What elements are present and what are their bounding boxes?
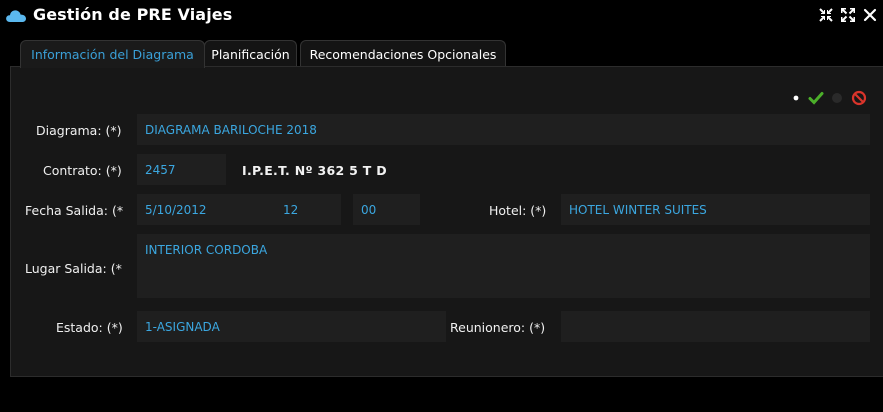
lugar-salida-label: Lugar Salida: (* <box>25 261 122 276</box>
contrato-field[interactable]: 2457 <box>137 154 226 185</box>
tab-planificacion[interactable]: Planificación <box>204 40 297 67</box>
reunionero-label: Reunionero: (*) <box>450 320 546 335</box>
collapse-icon[interactable] <box>818 7 834 23</box>
title-bar: Gestión de PRE Viajes <box>0 0 883 32</box>
check-icon[interactable] <box>808 92 824 105</box>
hotel-field[interactable]: HOTEL WINTER SUITES <box>561 194 870 225</box>
estado-label: Estado: (*) <box>56 320 123 335</box>
cancel-icon[interactable] <box>851 90 867 106</box>
estado-field[interactable]: 1-ASIGNADA <box>137 311 446 342</box>
lugar-salida-value: INTERIOR CORDOBA <box>145 243 268 257</box>
contrato-value: 2457 <box>145 163 176 177</box>
lugar-salida-textarea[interactable]: INTERIOR CORDOBA <box>137 234 870 298</box>
fecha-salida-date-field[interactable]: 5/10/2012 12 <box>137 194 341 225</box>
fecha-salida-minute-field[interactable]: 00 <box>353 194 420 225</box>
fecha-salida-label: Fecha Salida: (* <box>25 203 124 218</box>
cloud-icon <box>6 10 26 22</box>
expand-icon[interactable] <box>840 7 856 23</box>
estado-value: 1-ASIGNADA <box>145 320 220 334</box>
tab-informacion-del-diagrama[interactable]: Información del Diagrama <box>20 40 205 68</box>
dot-icon <box>793 95 799 101</box>
reunionero-field[interactable] <box>561 311 870 342</box>
tab-recomendaciones-opcionales[interactable]: Recomendaciones Opcionales <box>300 40 506 67</box>
close-icon[interactable] <box>862 7 878 23</box>
contrato-school: I.P.E.T. Nº 362 5 T D <box>242 163 387 178</box>
hotel-label: Hotel: (*) <box>489 203 547 218</box>
diagrama-label: Diagrama: (*) <box>36 123 122 138</box>
disabled-dot-icon <box>832 93 842 103</box>
fecha-salida-date: 5/10/2012 <box>145 203 207 217</box>
diagrama-value: DIAGRAMA BARILOCHE 2018 <box>145 123 317 137</box>
fecha-salida-hour: 12 <box>283 203 299 217</box>
contrato-label: Contrato: (*) <box>43 163 122 178</box>
fecha-salida-minute: 00 <box>361 203 377 217</box>
diagrama-field[interactable]: DIAGRAMA BARILOCHE 2018 <box>137 114 870 145</box>
window-title: Gestión de PRE Viajes <box>33 5 233 24</box>
status-icons <box>793 90 867 106</box>
hotel-value: HOTEL WINTER SUITES <box>569 203 707 217</box>
